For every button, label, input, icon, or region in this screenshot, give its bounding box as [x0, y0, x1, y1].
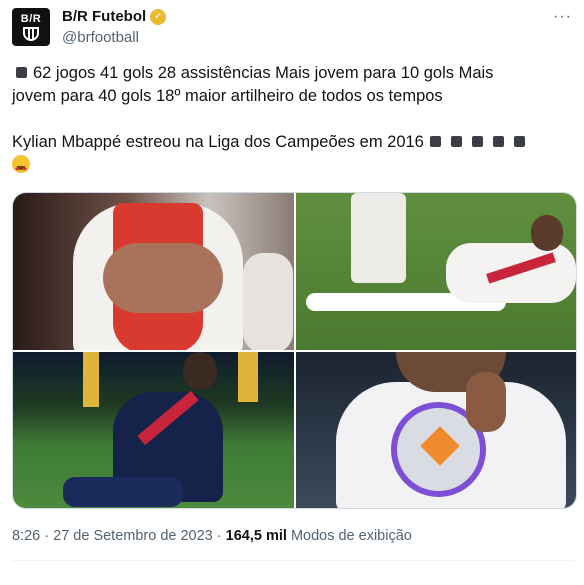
tweet-date[interactable]: 27 de Setembro de 2023 — [53, 528, 213, 544]
square-emoji-icon — [513, 136, 525, 147]
tweet-line-4 — [12, 154, 572, 181]
meta-separator: · — [216, 528, 226, 544]
square-emoji-icon — [16, 67, 27, 78]
square-emoji-icon — [450, 136, 462, 147]
tweet-time[interactable]: 8:26 — [12, 528, 40, 544]
meta-separator: · — [44, 528, 54, 544]
tweet-line-1: 62 jogos 41 gols 28 assistências Mais jo… — [12, 62, 572, 85]
tweet-text: 62 jogos 41 gols 28 assistências Mais jo… — [12, 62, 572, 181]
photo-mbappe-lying-on-pitch[interactable] — [295, 193, 576, 350]
tweet-header: B/R B/R Futebol ✓ @brfootball ··· — [12, 8, 572, 48]
tweet-meta: 8:26 · 27 de Setembro de 2023 · 164,5 mi… — [12, 528, 412, 544]
photo-mbappe-monaco-shirt[interactable] — [13, 193, 294, 350]
name-row: B/R Futebol ✓ — [62, 8, 167, 25]
tweet-line-1-text: 62 jogos 41 gols 28 assistências Mais jo… — [33, 64, 494, 82]
photo-mbappe-holding-ball[interactable] — [295, 351, 576, 508]
square-emoji-icon — [429, 136, 441, 147]
avatar[interactable]: B/R — [12, 8, 50, 46]
square-emoji-icon — [492, 136, 504, 147]
author-display-name[interactable]: B/R Futebol — [62, 8, 146, 25]
verified-badge-icon[interactable]: ✓ — [150, 8, 167, 25]
tweet-line-3: Kylian Mbappé estreou na Liga dos Campeõ… — [12, 131, 572, 154]
author-handle[interactable]: @brfootball — [62, 29, 139, 46]
shield-icon — [23, 26, 39, 41]
photo-mbappe-knee-slide[interactable] — [13, 351, 294, 508]
avatar-text: B/R — [20, 12, 42, 25]
tweet-line-2: jovem para 40 gols 18º maior artilheiro … — [12, 87, 443, 105]
tweet-line-3-text: Kylian Mbappé estreou na Liga dos Campeõ… — [12, 133, 424, 151]
more-options-icon[interactable]: ··· — [553, 8, 572, 26]
views-label: Modos de exibição — [290, 528, 412, 544]
views-count: 164,5 mil — [225, 528, 287, 544]
square-emoji-icon — [471, 136, 483, 147]
divider — [12, 560, 574, 561]
star-struck-emoji-icon — [12, 155, 30, 181]
media-grid — [12, 192, 577, 509]
